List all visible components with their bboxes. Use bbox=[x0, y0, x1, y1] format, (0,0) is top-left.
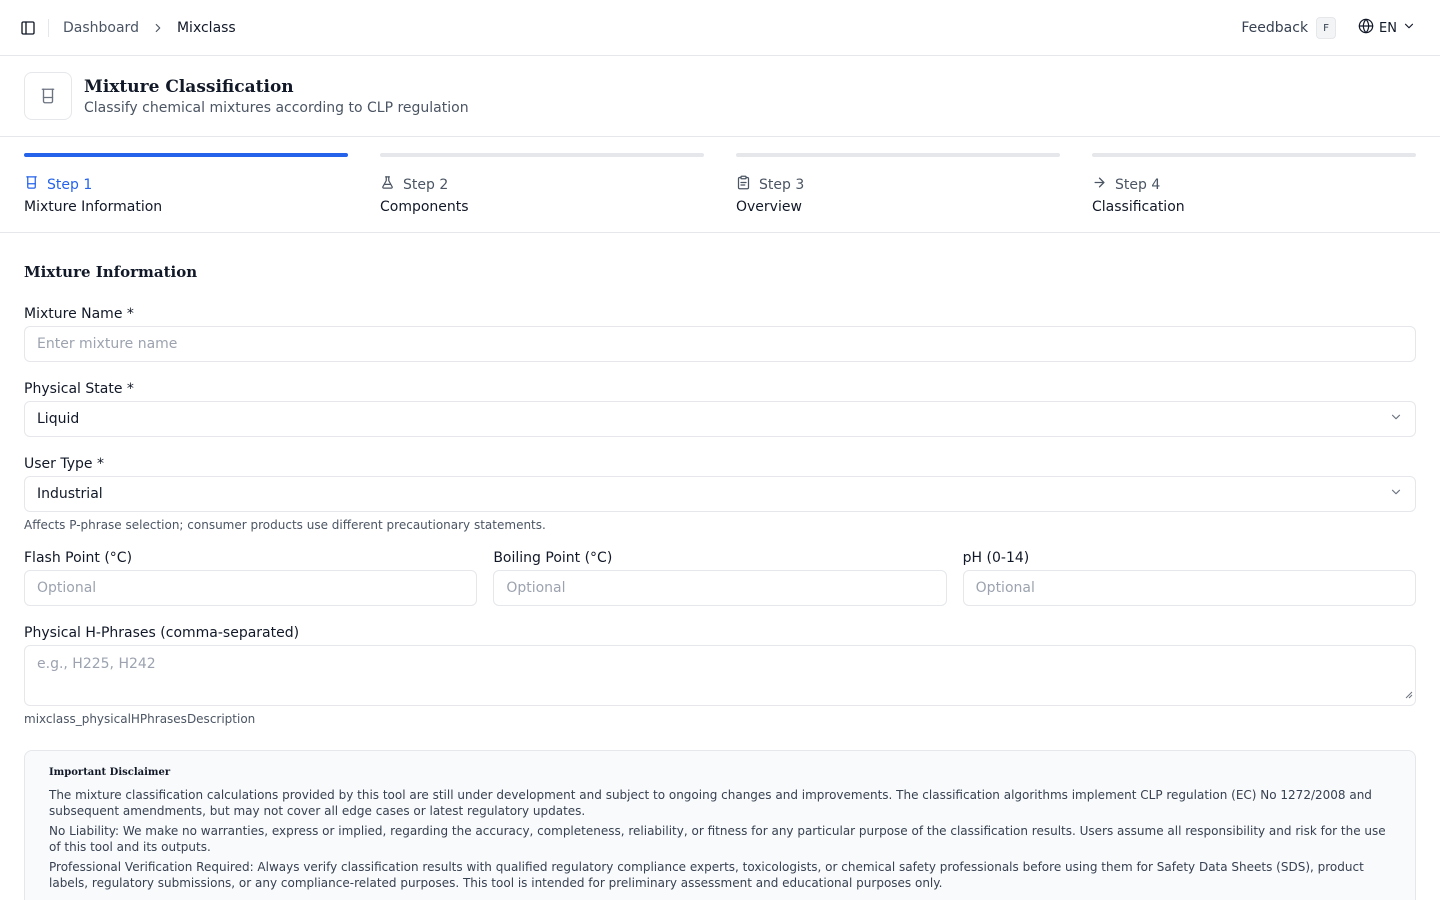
step-progress-bar bbox=[24, 153, 348, 157]
top-bar: Dashboard Mixclass Feedback F EN bbox=[0, 0, 1440, 56]
mixture-name-input[interactable]: Enter mixture name bbox=[24, 326, 1416, 362]
page-title: Mixture Classification bbox=[84, 77, 294, 97]
user-type-value: Industrial bbox=[37, 486, 103, 502]
boiling-point-label: Boiling Point (°C) bbox=[493, 550, 613, 566]
breadcrumb-dashboard-link[interactable]: Dashboard bbox=[63, 20, 139, 36]
beaker-icon bbox=[24, 72, 72, 120]
sidebar-toggle-icon[interactable] bbox=[18, 18, 38, 38]
chevron-down-icon bbox=[1402, 19, 1416, 37]
step-name: Mixture Information bbox=[24, 199, 163, 215]
step-progress-bar bbox=[380, 153, 704, 157]
disclaimer-paragraph: The mixture classification calculations … bbox=[49, 788, 1372, 818]
step-name: Components bbox=[380, 199, 469, 215]
resize-handle-icon[interactable] bbox=[1405, 687, 1413, 703]
step-1[interactable]: Step 1 Mixture Information bbox=[24, 153, 348, 232]
section-title: Mixture Information bbox=[24, 263, 198, 281]
language-selector[interactable]: EN bbox=[1358, 18, 1416, 38]
page-subtitle: Classify chemical mixtures according to … bbox=[84, 100, 469, 116]
h-phrases-textarea[interactable]: e.g., H225, H242 bbox=[24, 645, 1416, 706]
mixture-name-placeholder: Enter mixture name bbox=[37, 336, 178, 352]
step-progress-bar bbox=[736, 153, 1060, 157]
step-4[interactable]: Step 4 Classification bbox=[1092, 153, 1416, 232]
ph-label: pH (0-14) bbox=[962, 550, 1030, 566]
physical-state-value: Liquid bbox=[37, 411, 80, 427]
h-phrases-label: Physical H-Phrases (comma-separated) bbox=[24, 625, 300, 641]
boiling-point-input[interactable]: Optional bbox=[493, 570, 947, 606]
ph-placeholder: Optional bbox=[975, 580, 1035, 596]
mixture-form: Mixture Information Mixture Name * Enter… bbox=[0, 263, 1440, 900]
disclaimer-box: Important Disclaimer The mixture classif… bbox=[24, 750, 1416, 900]
step-2[interactable]: Step 2 Components bbox=[380, 153, 704, 232]
ph-input[interactable]: Optional bbox=[962, 570, 1416, 606]
step-name: Overview bbox=[736, 199, 802, 215]
disclaimer-title: Important Disclaimer bbox=[49, 767, 171, 778]
clipboard-icon bbox=[736, 175, 751, 194]
user-type-label: User Type * bbox=[24, 456, 104, 472]
flash-point-label: Flash Point (°C) bbox=[24, 550, 133, 566]
disclaimer-paragraph: Professional Verification Required: Alwa… bbox=[49, 860, 1364, 890]
mixture-name-label: Mixture Name * bbox=[24, 306, 134, 322]
physical-state-select[interactable]: Liquid bbox=[24, 401, 1416, 437]
globe-icon bbox=[1358, 18, 1374, 38]
step-name: Classification bbox=[1092, 199, 1185, 215]
step-label: Step 3 bbox=[759, 176, 805, 193]
divider bbox=[48, 18, 49, 37]
feedback-shortcut-badge: F bbox=[1316, 17, 1337, 39]
user-type-select[interactable]: Industrial bbox=[24, 476, 1416, 512]
flash-point-input[interactable]: Optional bbox=[24, 570, 478, 606]
beaker-icon bbox=[24, 175, 39, 194]
page-header: Mixture Classification Classify chemical… bbox=[0, 56, 1440, 137]
disclaimer-paragraph: No Liability: We make no warranties, exp… bbox=[49, 824, 1386, 854]
step-label: Step 2 bbox=[403, 176, 449, 193]
h-phrases-placeholder: e.g., H225, H242 bbox=[37, 656, 156, 672]
breadcrumb: Dashboard Mixclass bbox=[63, 20, 236, 36]
boiling-point-placeholder: Optional bbox=[506, 580, 566, 596]
flask-icon bbox=[380, 175, 395, 194]
chevron-right-icon bbox=[151, 21, 165, 35]
stepper: Step 1 Mixture Information Step 2 Compon… bbox=[0, 137, 1440, 233]
flash-point-placeholder: Optional bbox=[37, 580, 97, 596]
user-type-helper: Affects P-phrase selection; consumer pro… bbox=[24, 518, 546, 532]
step-progress-bar bbox=[1092, 153, 1416, 157]
physical-state-label: Physical State * bbox=[24, 381, 134, 397]
step-label: Step 1 bbox=[47, 176, 93, 193]
language-label: EN bbox=[1379, 20, 1397, 36]
step-label: Step 4 bbox=[1115, 176, 1161, 193]
step-3[interactable]: Step 3 Overview bbox=[736, 153, 1060, 232]
chevron-down-icon bbox=[1389, 410, 1403, 428]
feedback-button[interactable]: Feedback bbox=[1241, 20, 1308, 36]
breadcrumb-current: Mixclass bbox=[176, 19, 236, 36]
chevron-down-icon bbox=[1389, 485, 1403, 503]
h-phrases-helper: mixclass_physicalHPhrasesDescription bbox=[24, 712, 256, 726]
arrow-right-icon bbox=[1092, 175, 1107, 194]
